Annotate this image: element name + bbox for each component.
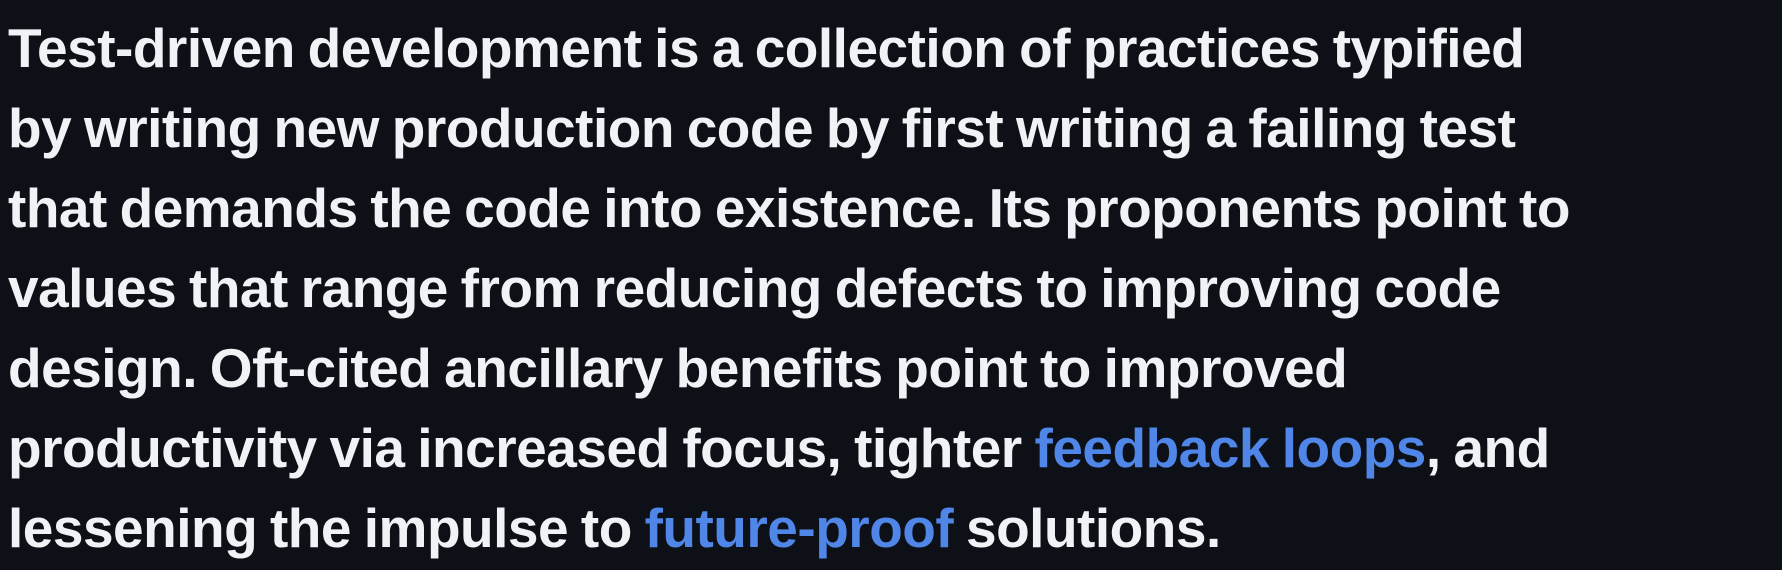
paragraph-line-1: Test-driven development is a collection … xyxy=(8,17,1525,79)
paragraph-line-2: by writing new production code by first … xyxy=(8,97,1516,159)
feedback-loops-link[interactable]: feedback loops xyxy=(1035,417,1427,479)
paragraph-line-6: productivity via increased focus, tighte… xyxy=(8,408,1782,488)
paragraph-line-5: design. Oft-cited ancillary benefits poi… xyxy=(8,337,1348,399)
line-7-text-after: solutions. xyxy=(953,497,1221,559)
future-proof-link[interactable]: future-proof xyxy=(645,497,954,559)
paragraph-line-3: that demands the code into existence. It… xyxy=(8,177,1570,239)
line-6-text-after: , and xyxy=(1425,417,1550,479)
paragraph-line-7: lessening the impulse to future-proof so… xyxy=(8,488,1782,568)
tdd-paragraph: Test-driven development is a collection … xyxy=(8,8,1782,568)
paragraph-line-4: values that range from reducing defects … xyxy=(8,257,1501,319)
line-7-text-before: lessening the impulse to xyxy=(8,497,645,559)
line-6-text-before: productivity via increased focus, tighte… xyxy=(8,417,1035,479)
